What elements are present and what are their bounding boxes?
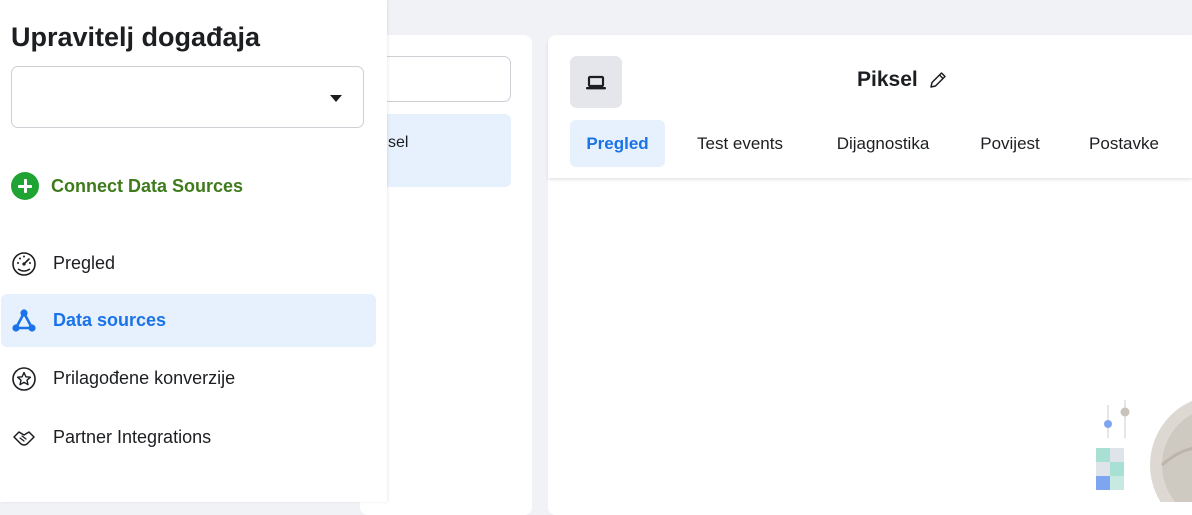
tab-history[interactable]: Povijest <box>965 120 1055 167</box>
app-title: Upravitelj događaja <box>11 22 261 52</box>
sidebar-item-label: Prilagođene konverzije <box>53 368 236 388</box>
pixel-title-text: Piksel <box>857 68 918 91</box>
tab-test-events[interactable]: Test events <box>680 120 800 167</box>
source-list-item-label: sel <box>388 134 409 151</box>
data-source-dropdown[interactable] <box>11 66 364 128</box>
plus-circle-icon <box>11 172 39 200</box>
laptop-icon <box>570 56 622 108</box>
sidebar-item-label: Partner Integrations <box>53 427 212 447</box>
sidebar-item-overview[interactable]: Pregled <box>1 237 376 290</box>
sidebar-item-label: Data sources <box>53 310 167 330</box>
connect-data-sources-label: Connect Data Sources <box>51 175 244 196</box>
pencil-edit-icon[interactable] <box>928 70 948 90</box>
pixel-title: Piksel <box>857 68 948 92</box>
speedometer-icon <box>11 251 37 277</box>
tab-overview[interactable]: Pregled <box>570 120 665 167</box>
tab-settings[interactable]: Postavke <box>1073 120 1175 167</box>
sidebar-item-partner-integrations[interactable]: Partner Integrations <box>1 411 376 464</box>
tab-diagnostics[interactable]: Dijagnostika <box>818 120 948 167</box>
network-nodes-icon <box>11 308 37 334</box>
connect-data-sources-button[interactable]: Connect Data Sources <box>11 172 243 200</box>
caret-down-icon <box>330 95 342 102</box>
sidebar: Upravitelj događaja Connect Data Sources… <box>0 0 387 502</box>
source-search-input[interactable] <box>380 56 511 102</box>
star-circle-icon <box>11 366 37 392</box>
sidebar-item-label: Pregled <box>53 253 116 273</box>
sidebar-item-custom-conversions[interactable]: Prilagođene konverzije <box>1 352 376 405</box>
empty-state-illustration <box>1090 370 1192 502</box>
sidebar-item-data-sources[interactable]: Data sources <box>1 294 376 347</box>
handshake-icon <box>11 425 37 451</box>
source-list-item[interactable]: sel <box>380 114 511 187</box>
